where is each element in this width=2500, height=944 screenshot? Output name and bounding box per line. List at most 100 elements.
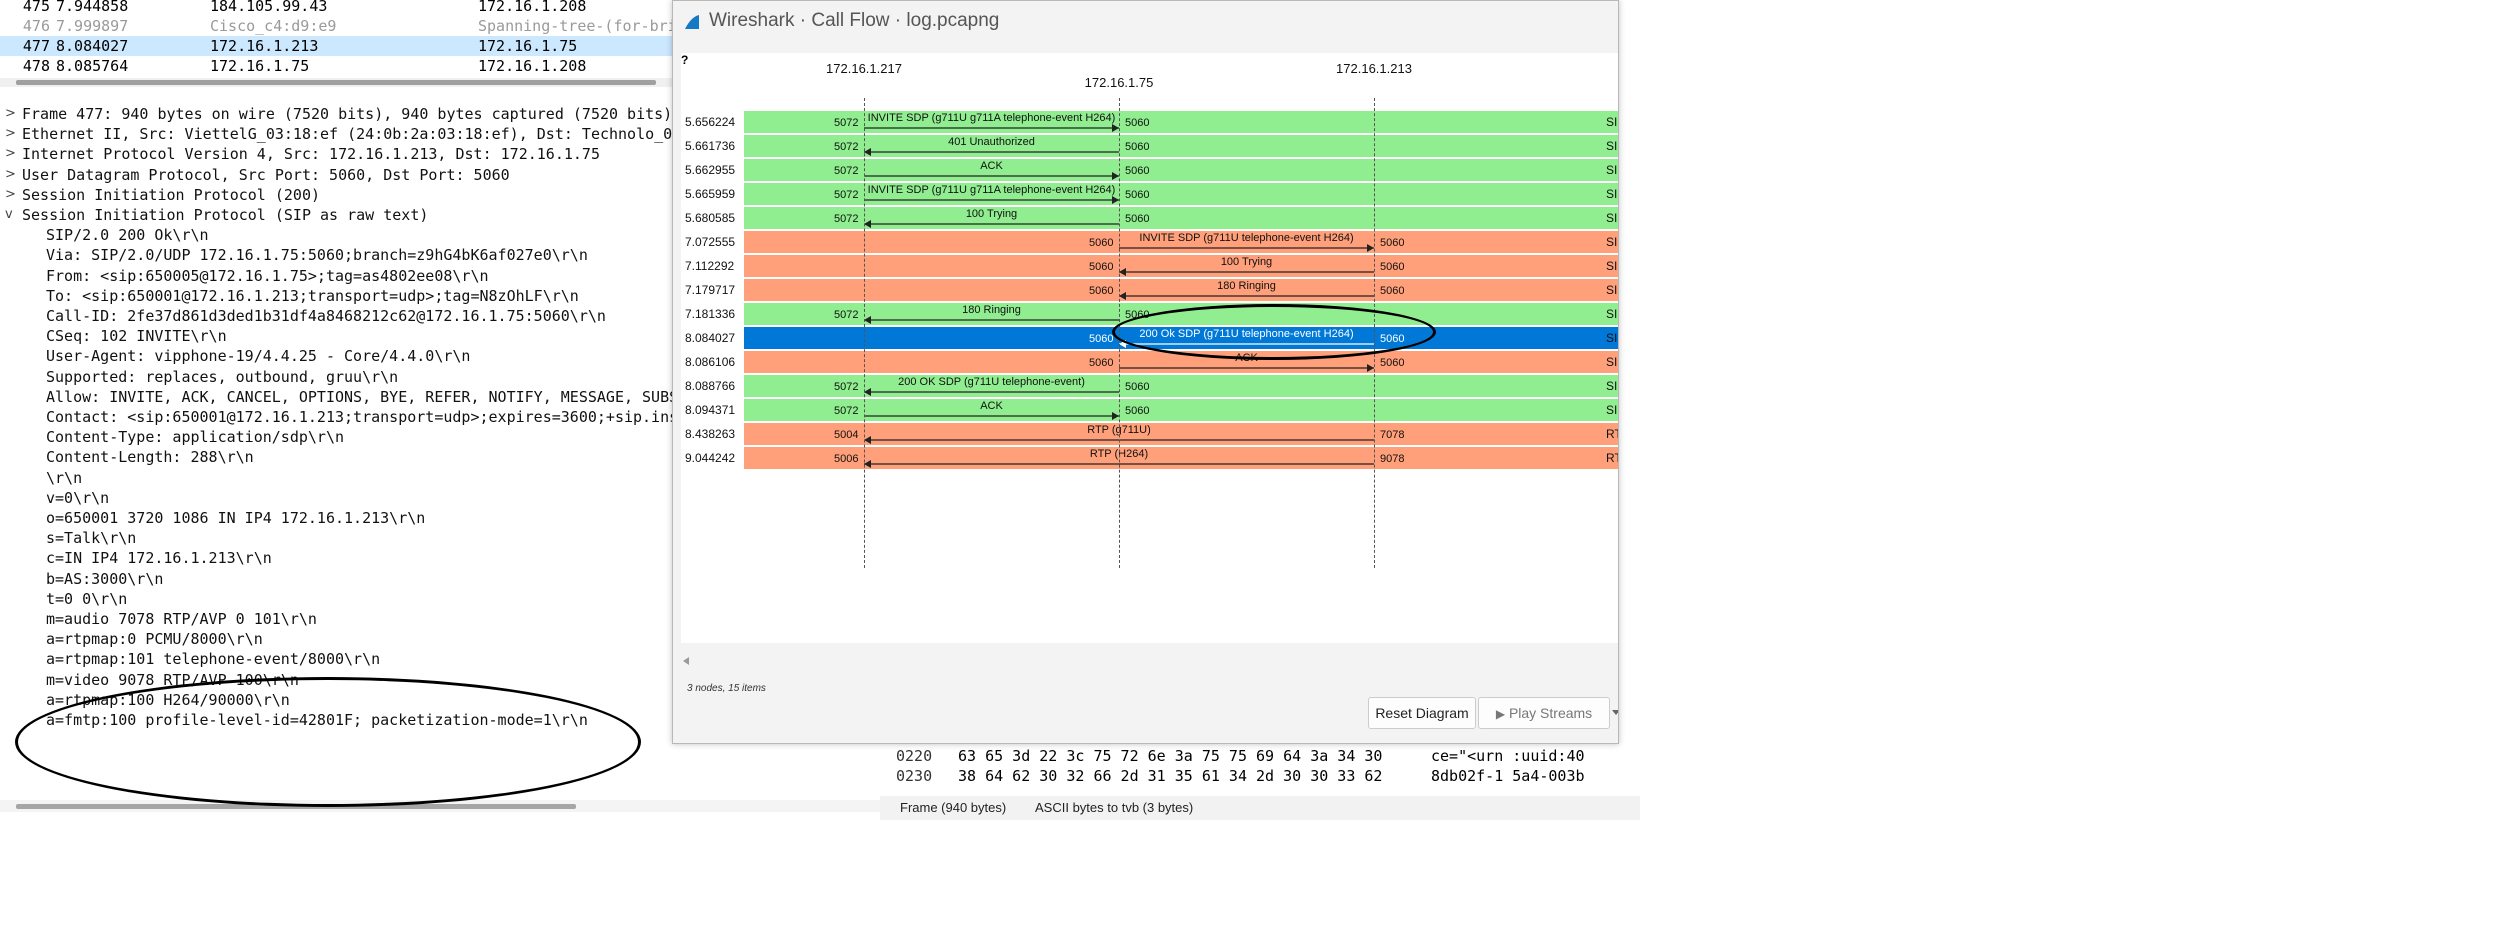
flow-time[interactable]: 7.179717 — [685, 283, 735, 297]
packet-number: 478 — [22, 57, 50, 75]
flow-source-port: 5072 — [834, 189, 859, 201]
chevron-right-icon[interactable]: > — [5, 144, 17, 164]
packet-row[interactable]: 478 8.085764 172.16.1.75 172.16.1.208 — [0, 56, 680, 76]
hex-dump-pane[interactable]: 0220 63 65 3d 22 3c 75 72 6e 3a 75 75 69… — [880, 742, 1640, 792]
packet-row[interactable]: 476 7.999897 Cisco_c4:d9:e9 Spanning-tree-(… — [0, 16, 680, 36]
tab-frame-bytes[interactable]: Frame (940 bytes) — [900, 800, 1006, 815]
hex-bytes[interactable]: 38 64 62 30 32 66 2d 31 35 61 34 2d 30 3… — [958, 766, 1382, 786]
hex-bytes[interactable]: 63 65 3d 22 3c 75 72 6e 3a 75 75 69 64 3… — [958, 746, 1382, 766]
flow-message-label[interactable]: 200 OK SDP (g711U telephone-event) — [864, 376, 1119, 388]
flow-protocol: SIP — [1606, 235, 1618, 249]
flow-protocol: SIP — [1606, 163, 1618, 177]
packet-time: 8.084027 — [56, 37, 129, 55]
wireshark-fin-icon — [685, 15, 699, 29]
call-flow-window[interactable]: Wireshark · Call Flow · log.pcapng ? 172… — [672, 0, 1619, 744]
flow-arrow — [864, 124, 1119, 132]
flow-source-port: 5060 — [1125, 213, 1150, 225]
flow-time[interactable]: 8.438263 — [685, 427, 735, 441]
sip-line-text: m=audio 7078 RTP/AVP 0 101\r\n — [46, 610, 317, 628]
flow-source-port: 5060 — [1125, 381, 1150, 393]
packet-list-scroll-thumb[interactable] — [16, 80, 656, 85]
packet-row[interactable]: 475 7.944858 184.105.99.43 172.16.1.208 — [0, 0, 680, 16]
flow-protocol: SIP — [1606, 187, 1618, 201]
flow-destination-port: 5072 — [834, 141, 859, 153]
flow-arrow — [864, 196, 1119, 204]
flow-message-label[interactable]: 180 Ringing — [864, 304, 1119, 316]
sip-line-text: Via: SIP/2.0/UDP 172.16.1.75:5060;branch… — [46, 246, 588, 265]
flow-message-label[interactable]: 100 Trying — [864, 208, 1119, 220]
flow-time[interactable]: 7.181336 — [685, 307, 735, 321]
flow-message-label[interactable]: ACK — [864, 160, 1119, 172]
flow-arrow — [1119, 244, 1374, 252]
flow-destination-port: 5060 — [1125, 165, 1150, 177]
node-header: 172.16.1.217 — [826, 61, 902, 76]
flow-time[interactable]: 5.680585 — [685, 211, 735, 225]
call-flow-body: ? 172.16.1.217 172.16.1.75 172.16.1.213 5.… — [673, 43, 1618, 743]
flow-time[interactable]: 7.112292 — [685, 259, 734, 273]
packet-source: 172.16.1.213 — [210, 37, 319, 55]
flow-message-label[interactable]: ACK — [864, 400, 1119, 412]
hex-ascii[interactable]: 8db02f-1 5a4-003b — [1431, 766, 1585, 786]
flow-source-port: 9078 — [1380, 453, 1405, 465]
flow-protocol: SIP — [1606, 331, 1618, 345]
flow-message-label[interactable]: INVITE SDP (g711U g711A telephone-event … — [864, 184, 1119, 196]
flow-destination-port: 5072 — [834, 381, 859, 393]
chevron-right-icon[interactable]: > — [5, 124, 17, 144]
packet-destination: Spanning-tree-(for-bri — [478, 17, 677, 35]
sip-line-text: t=0 0\r\n — [46, 589, 128, 608]
flow-time[interactable]: 8.088766 — [685, 379, 735, 393]
sip-line-text: Call-ID: 2fe37d861d3ded1b31df4a8468212c6… — [46, 307, 606, 325]
flow-time[interactable]: 5.665959 — [685, 187, 735, 201]
flow-message-label[interactable]: INVITE SDP (g711U telephone-event H264) — [1119, 232, 1374, 244]
flow-time[interactable]: 5.661736 — [685, 139, 735, 153]
packet-destination: 172.16.1.208 — [478, 0, 587, 15]
packet-number: 475 — [22, 0, 50, 15]
window-title: Wireshark · Call Flow · log.pcapng — [709, 10, 1000, 31]
flow-arrow — [864, 220, 1119, 228]
flow-time[interactable]: 5.662955 — [685, 163, 735, 177]
flow-arrow — [864, 412, 1119, 420]
packet-row[interactable]: 477 8.084027 172.16.1.213 172.16.1.75 — [0, 36, 680, 56]
chevron-right-icon[interactable]: > — [5, 165, 17, 185]
tab-ascii-bytes[interactable]: ASCII bytes to tvb (3 bytes) — [1035, 800, 1193, 815]
flow-time[interactable]: 7.072555 — [685, 235, 735, 249]
flow-protocol: SIP — [1606, 307, 1618, 321]
play-streams-button[interactable]: ▶ Play Streams — [1478, 697, 1610, 729]
diagram-horizontal-scrollbar[interactable] — [681, 655, 1611, 667]
flow-message-label[interactable]: 180 Ringing — [1119, 280, 1374, 292]
sip-line-text: Content-Type: application/sdp\r\n — [46, 428, 345, 447]
reset-diagram-button[interactable]: Reset Diagram — [1368, 697, 1476, 729]
hex-offset: 0220 — [896, 747, 933, 765]
flow-protocol: RTP — [1606, 427, 1618, 441]
chevron-right-icon[interactable]: > — [5, 185, 17, 205]
annotation-ellipse-200ok — [1112, 304, 1436, 360]
flow-protocol: RTP — [1606, 451, 1618, 465]
sip-line-text: o=650001 3720 1086 IN IP4 172.16.1.213\r… — [46, 509, 426, 527]
flow-arrow — [864, 148, 1119, 156]
flow-time[interactable]: 8.084027 — [685, 331, 735, 345]
flow-protocol: SIP — [1606, 355, 1618, 369]
flow-message-label[interactable]: INVITE SDP (g711U g711A telephone-event … — [864, 112, 1119, 124]
flow-message-label[interactable]: 401 Unauthorized — [864, 136, 1119, 148]
flow-message-label[interactable]: 100 Trying — [1119, 256, 1374, 268]
flow-arrow — [1119, 292, 1374, 300]
flow-protocol: SIP — [1606, 139, 1618, 153]
chevron-down-icon[interactable] — [1608, 697, 1619, 727]
packet-number: 477 — [22, 37, 50, 55]
sip-line-text: CSeq: 102 INVITE\r\n — [46, 327, 227, 346]
packet-list[interactable]: 475 7.944858 184.105.99.43 172.16.1.208 476 7… — [0, 0, 680, 80]
flow-source-port: 5060 — [1380, 261, 1405, 273]
flow-protocol: SIP — [1606, 259, 1618, 273]
flow-time[interactable]: 8.094371 — [685, 403, 735, 417]
packet-destination: 172.16.1.208 — [478, 57, 587, 75]
flow-destination-port: 5060 — [1125, 117, 1150, 129]
chevron-down-icon[interactable]: v — [5, 205, 17, 225]
flow-time[interactable]: 8.086106 — [685, 355, 735, 369]
flow-time[interactable]: 9.044242 — [685, 451, 735, 465]
flow-destination-port: 5060 — [1380, 357, 1405, 369]
chevron-right-icon[interactable]: > — [5, 104, 17, 124]
hex-offset: 0230 — [896, 767, 933, 785]
window-titlebar[interactable]: Wireshark · Call Flow · log.pcapng — [673, 1, 1618, 43]
hex-ascii[interactable]: ce="<urn :uuid:40 — [1431, 746, 1585, 766]
flow-time[interactable]: 5.656224 — [685, 115, 735, 129]
